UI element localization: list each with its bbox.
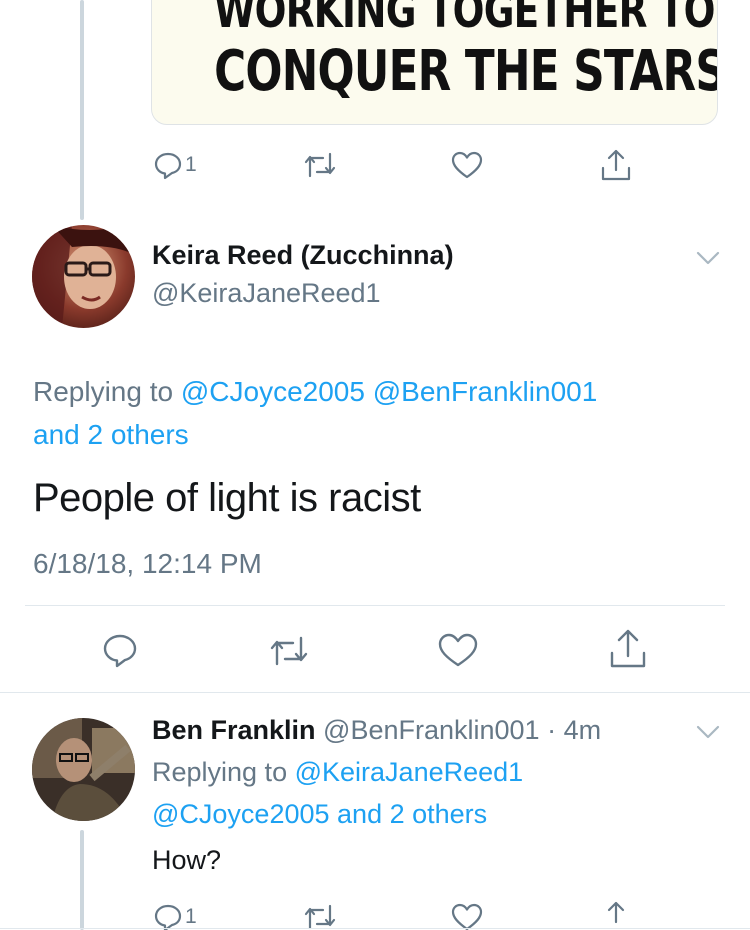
reply-icon [154, 152, 182, 180]
reply-button[interactable]: 1 [153, 902, 197, 930]
share-button[interactable] [600, 900, 632, 930]
reply-count: 1 [185, 153, 197, 176]
like-button[interactable] [451, 902, 483, 930]
reply-icon [154, 904, 182, 930]
media-text-line1: WORKING TOGETHER TO [214, 0, 715, 39]
retweet-icon [304, 904, 336, 930]
reply-button[interactable] [102, 632, 138, 668]
replying-to-cont: @CJoyce2005 and 2 others [152, 799, 487, 830]
tweet-text: People of light is racist [33, 476, 421, 520]
retweet-button[interactable] [302, 902, 338, 930]
reply-time[interactable]: · 4m [547, 715, 601, 745]
thread-connector-bottom [80, 830, 84, 930]
share-icon [601, 149, 631, 181]
reply-count: 1 [185, 905, 197, 928]
share-button[interactable] [608, 628, 648, 670]
like-button[interactable] [438, 632, 478, 668]
replying-prefix: Replying to [152, 757, 288, 787]
share-button[interactable] [600, 148, 632, 182]
chevron-down-icon[interactable] [696, 250, 720, 271]
divider [0, 692, 750, 693]
tweet-timestamp[interactable]: 6/18/18, 12:14 PM [33, 548, 262, 580]
reply-button[interactable]: 1 [153, 150, 197, 180]
mention-link[interactable]: @CJoyce2005 [152, 799, 330, 829]
replying-prefix: Replying to [33, 376, 174, 407]
reply-author-name[interactable]: Ben Franklin [152, 715, 316, 745]
author-name: Ben Franklin @BenFranklin001 · 4m [152, 715, 601, 746]
retweet-button[interactable] [268, 634, 310, 668]
thread-connector-top [80, 0, 84, 220]
mention-link[interactable]: @KeiraJaneReed1 [295, 757, 524, 787]
tweet-text: How? [152, 845, 222, 875]
divider [25, 605, 725, 606]
chevron-down-icon[interactable] [696, 724, 720, 745]
others-link[interactable]: and 2 others [337, 799, 487, 829]
mention-link[interactable]: @CJoyce2005 [181, 376, 365, 407]
like-button[interactable] [451, 150, 483, 180]
heart-icon [438, 633, 478, 667]
replying-others: and 2 others [33, 419, 189, 451]
author-name[interactable]: Keira Reed (Zucchinna) [152, 240, 454, 271]
mention-link[interactable]: @BenFranklin001 [373, 376, 598, 407]
replying-to: Replying to @CJoyce2005 @BenFranklin001 [33, 376, 597, 408]
avatar[interactable] [32, 225, 135, 328]
reply-author-handle[interactable]: @BenFranklin001 [323, 715, 540, 745]
others-link[interactable]: and 2 others [33, 419, 189, 450]
author-handle[interactable]: @KeiraJaneReed1 [152, 278, 381, 309]
heart-icon [451, 903, 483, 930]
avatar[interactable] [32, 718, 135, 821]
heart-icon [451, 151, 483, 179]
reply-icon [103, 634, 137, 668]
share-icon [610, 629, 646, 668]
replying-to: Replying to @KeiraJaneReed1 [152, 757, 523, 788]
tweet-media-image[interactable]: WORKING TOGETHER TO CONQUER THE STARS [151, 0, 718, 125]
share-icon [607, 901, 625, 924]
bottom-divider [0, 928, 750, 929]
retweet-button[interactable] [302, 150, 338, 180]
retweet-icon [304, 152, 336, 178]
media-text-line2: CONQUER THE STARS [214, 39, 718, 104]
retweet-icon [270, 636, 308, 666]
